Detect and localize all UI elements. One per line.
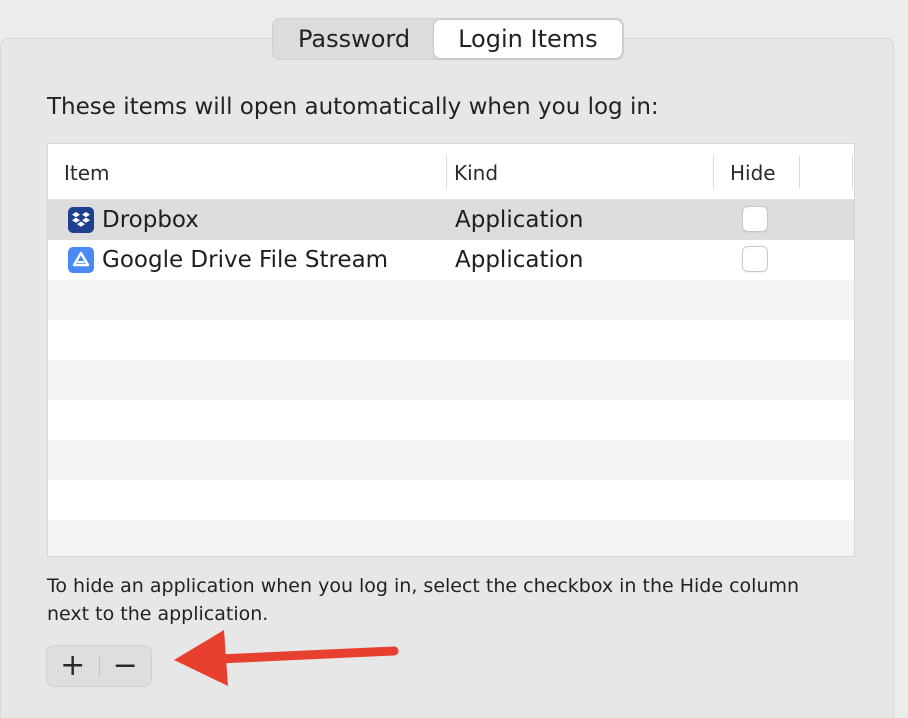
item-cell: Dropbox	[68, 200, 199, 240]
tab-password[interactable]: Password	[274, 20, 434, 58]
hide-checkbox[interactable]	[742, 206, 768, 232]
empty-row	[48, 360, 854, 400]
empty-row	[48, 280, 854, 320]
column-divider[interactable]	[799, 156, 800, 188]
item-name: Dropbox	[102, 207, 199, 233]
column-divider[interactable]	[446, 156, 447, 188]
kind-cell: Application	[455, 247, 584, 273]
column-header-item[interactable]: Item	[64, 144, 110, 200]
tab-control: Password Login Items	[272, 18, 624, 60]
column-header-kind[interactable]: Kind	[454, 144, 498, 200]
item-name: Google Drive File Stream	[102, 247, 389, 273]
hide-checkbox[interactable]	[742, 246, 768, 272]
empty-row	[48, 520, 854, 556]
table-body: Dropbox Application Google Drive File St…	[48, 200, 854, 556]
login-items-table: Item Kind Hide Dropbox Application Googl…	[47, 143, 855, 557]
table-row[interactable]: Dropbox Application	[48, 200, 854, 240]
tab-login-items[interactable]: Login Items	[434, 20, 622, 58]
hide-instructions: To hide an application when you log in, …	[47, 575, 800, 625]
kind-cell: Application	[455, 207, 584, 233]
table-row[interactable]: Google Drive File Stream Application	[48, 240, 854, 280]
column-divider[interactable]	[713, 156, 714, 188]
empty-row	[48, 440, 854, 480]
empty-row	[48, 400, 854, 440]
red-arrow-annotation-icon	[174, 630, 399, 686]
add-item-button[interactable]: +	[47, 646, 99, 686]
dropbox-icon	[68, 207, 94, 233]
intro-text: These items will open automatically when…	[47, 94, 659, 120]
table-header: Item Kind Hide	[48, 144, 854, 200]
column-divider	[852, 156, 853, 188]
empty-row	[48, 480, 854, 520]
item-cell: Google Drive File Stream	[68, 240, 388, 280]
login-items-pane: Password Login Items These items will op…	[0, 0, 908, 718]
column-header-hide[interactable]: Hide	[730, 144, 776, 200]
add-remove-control: + −	[46, 645, 152, 687]
empty-row	[48, 320, 854, 360]
remove-item-button[interactable]: −	[99, 646, 151, 686]
google-drive-icon	[68, 247, 94, 273]
